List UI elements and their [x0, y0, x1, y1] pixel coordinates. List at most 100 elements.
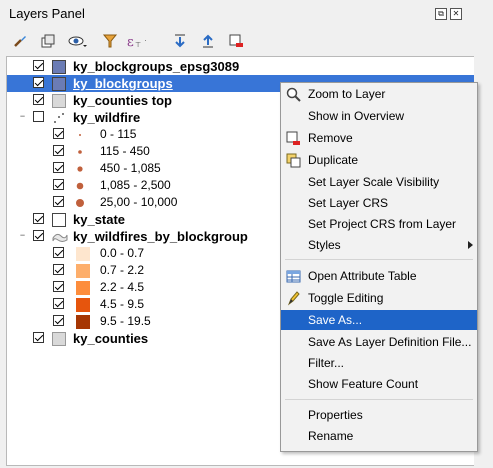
menu-item-label: Duplicate — [308, 153, 359, 167]
layer-visibility-checkbox[interactable] — [33, 111, 44, 122]
color-swatch — [76, 281, 90, 295]
pencil-icon — [286, 291, 301, 306]
menu-item-label: Save As Layer Definition File... — [308, 335, 472, 349]
submenu-arrow-icon — [468, 241, 473, 249]
table-icon — [286, 269, 301, 284]
class-visibility-checkbox[interactable] — [53, 315, 64, 326]
layer-visibility-checkbox[interactable] — [33, 77, 44, 88]
layer-label: ky_state — [73, 212, 126, 227]
panel-titlebar: Layers Panel ⧉ ✕ — [0, 0, 493, 26]
menu-item-label: Properties — [308, 408, 363, 422]
menu-item-open-attribute-table[interactable]: Open Attribute Table — [281, 266, 477, 286]
menu-item-label: Rename — [308, 429, 354, 443]
layer-label: ky_wildfires_by_blockgroup — [73, 229, 248, 244]
class-visibility-checkbox[interactable] — [53, 145, 64, 156]
layer-visibility-checkbox[interactable] — [33, 94, 44, 105]
class-label: 115 - 450 — [100, 144, 150, 158]
layer-context-menu: Zoom to Layer Show in Overview Remove Du… — [280, 82, 478, 452]
menu-separator — [285, 259, 473, 260]
menu-item-label: Open Attribute Table — [308, 269, 417, 283]
class-label: 0 - 115 — [100, 127, 137, 141]
add-group-icon[interactable] — [38, 31, 58, 51]
menu-item-label: Save As... — [308, 313, 363, 327]
menu-item-label: Set Layer CRS — [308, 196, 389, 210]
color-swatch — [76, 315, 90, 329]
class-label: 25,00 - 10,000 — [100, 195, 178, 209]
menu-item-label: Remove — [308, 131, 353, 145]
layer-label: ky_blockgroups_epsg3089 — [73, 59, 240, 74]
class-visibility-checkbox[interactable] — [53, 264, 64, 275]
layer-visibility-checkbox[interactable] — [33, 332, 44, 343]
menu-item-toggle-editing[interactable]: Toggle Editing — [281, 288, 477, 308]
polygon-symbol-icon — [52, 60, 66, 74]
layer-label: ky_counties — [73, 331, 149, 346]
polygon-symbol-icon — [52, 332, 66, 346]
panel-title: Layers Panel — [9, 6, 85, 21]
point-symbol-icon — [73, 179, 87, 193]
menu-item-label: Set Layer Scale Visibility — [308, 175, 440, 189]
float-panel-button[interactable]: ⧉ — [435, 8, 447, 20]
color-swatch — [76, 247, 90, 261]
color-swatch — [76, 264, 90, 278]
layer-visibility-checkbox[interactable] — [33, 230, 44, 241]
collapse-all-icon[interactable] — [198, 31, 218, 51]
polygon-symbol-icon — [52, 77, 66, 91]
menu-item-set-layer-scale-visibility[interactable]: Set Layer Scale Visibility — [281, 172, 477, 192]
expression-filter-icon[interactable]: ε ⊤ — [126, 31, 146, 51]
remove-icon — [286, 131, 301, 146]
menu-item-styles[interactable]: Styles — [281, 235, 477, 255]
layers-toolbar: ε ⊤ — [0, 28, 493, 54]
menu-item-duplicate[interactable]: Duplicate — [281, 150, 477, 170]
polygon-symbol-icon — [52, 94, 66, 108]
class-visibility-checkbox[interactable] — [53, 162, 64, 173]
menu-item-rename[interactable]: Rename — [281, 426, 477, 446]
color-swatch — [76, 298, 90, 312]
filter-icon[interactable] — [100, 31, 120, 51]
menu-item-show-in-overview[interactable]: Show in Overview — [281, 106, 477, 126]
class-visibility-checkbox[interactable] — [53, 128, 64, 139]
menu-item-show-feature-count[interactable]: Show Feature Count — [281, 374, 477, 394]
menu-item-remove[interactable]: Remove — [281, 128, 477, 148]
menu-item-label: Zoom to Layer — [308, 87, 386, 101]
polygon-symbol-icon — [52, 213, 66, 227]
eye-visibility-icon[interactable] — [68, 31, 88, 51]
collapse-icon[interactable]: − — [18, 112, 27, 121]
class-label: 4.5 - 9.5 — [100, 297, 145, 311]
menu-item-set-layer-crs[interactable]: Set Layer CRS — [281, 193, 477, 213]
class-visibility-checkbox[interactable] — [53, 247, 64, 258]
menu-item-properties[interactable]: Properties — [281, 405, 477, 425]
svg-text:ε: ε — [127, 35, 134, 49]
menu-item-label: Toggle Editing — [308, 291, 384, 305]
layer-row[interactable]: ky_blockgroups_epsg3089 — [7, 58, 474, 75]
style-brush-icon[interactable] — [10, 31, 30, 51]
menu-item-save-as[interactable]: Save As... — [281, 310, 477, 330]
menu-item-label: Styles — [308, 238, 341, 252]
class-visibility-checkbox[interactable] — [53, 281, 64, 292]
expand-all-icon[interactable] — [170, 31, 190, 51]
menu-item-filter[interactable]: Filter... — [281, 353, 477, 373]
class-label: 9.5 - 19.5 — [100, 314, 151, 328]
layer-label: ky_wildfire — [73, 110, 141, 125]
menu-item-zoom-to-layer[interactable]: Zoom to Layer — [281, 84, 477, 104]
duplicate-icon — [286, 153, 301, 168]
point-symbol-icon — [73, 128, 87, 142]
point-symbol-icon — [73, 162, 87, 176]
remove-layer-icon[interactable] — [226, 31, 246, 51]
svg-text:⊤: ⊤ — [135, 42, 141, 49]
menu-item-label: Set Project CRS from Layer — [308, 217, 457, 231]
collapse-icon[interactable]: − — [18, 231, 27, 240]
layer-visibility-checkbox[interactable] — [33, 213, 44, 224]
layer-label: ky_counties top — [73, 93, 172, 108]
layer-visibility-checkbox[interactable] — [33, 60, 44, 71]
class-visibility-checkbox[interactable] — [53, 196, 64, 207]
layer-label: ky_blockgroups — [73, 76, 173, 91]
graduated-symbol-icon — [52, 230, 68, 244]
menu-item-set-project-crs[interactable]: Set Project CRS from Layer — [281, 214, 477, 234]
close-panel-button[interactable]: ✕ — [450, 8, 462, 20]
class-label: 450 - 1,085 — [100, 161, 161, 175]
class-visibility-checkbox[interactable] — [53, 179, 64, 190]
menu-item-label: Show in Overview — [308, 109, 405, 123]
menu-item-save-as-layer-definition[interactable]: Save As Layer Definition File... — [281, 332, 477, 352]
class-visibility-checkbox[interactable] — [53, 298, 64, 309]
menu-item-label: Filter... — [308, 356, 345, 370]
